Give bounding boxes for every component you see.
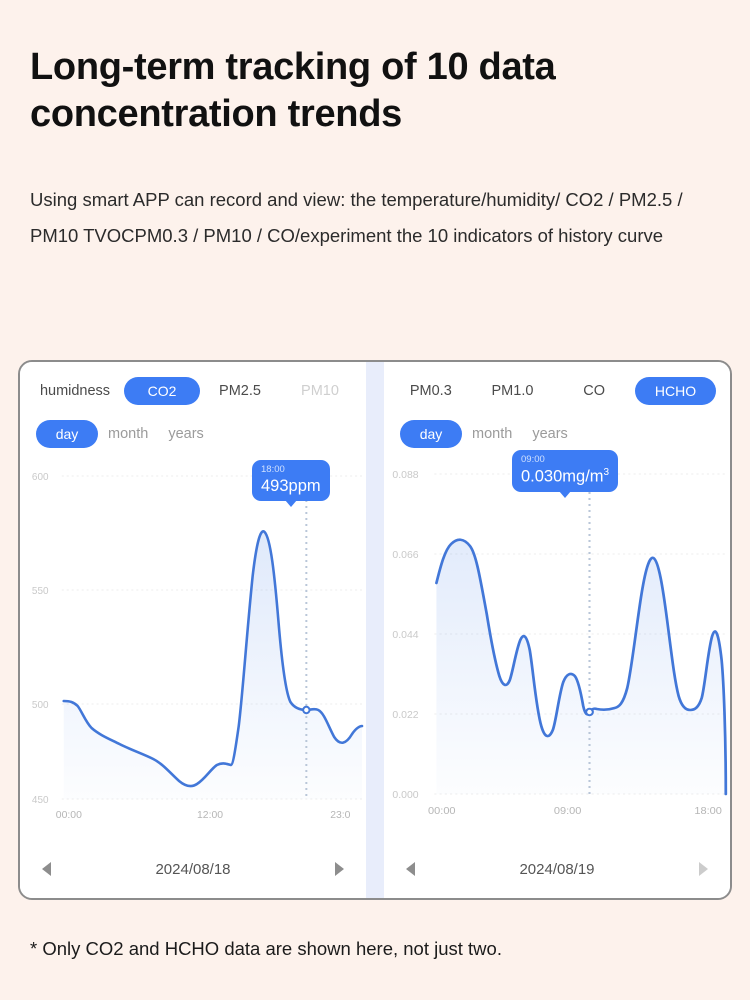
svg-text:0.000: 0.000: [392, 790, 419, 801]
left-metric-tabs: humidness CO2 PM2.5 PM10: [20, 376, 366, 406]
svg-text:550: 550: [32, 586, 49, 597]
tab-co[interactable]: CO: [553, 383, 635, 399]
svg-text:0.066: 0.066: [392, 550, 419, 561]
next-day-icon[interactable]: [334, 862, 344, 876]
svg-text:12:00: 12:00: [197, 810, 223, 821]
tab-hcho[interactable]: HCHO: [634, 377, 716, 405]
co2-tooltip: 18:00 493ppm: [252, 460, 330, 507]
svg-text:450: 450: [32, 795, 49, 806]
panel-divider: [366, 362, 384, 898]
left-current-date: 2024/08/18: [155, 860, 231, 878]
tab-pm10[interactable]: PM10: [280, 383, 360, 399]
left-date-nav: 2024/08/18: [20, 854, 366, 884]
hcho-chart[interactable]: 0.088 0.066 0.044 0.022 0.000 00:00 09:0…: [384, 454, 730, 834]
range-tab-day-right[interactable]: day: [400, 420, 462, 448]
footnote: * Only CO2 and HCHO data are shown here,…: [30, 938, 502, 959]
promo-page: Long-term tracking of 10 data concentrat…: [0, 0, 750, 1000]
page-title: Long-term tracking of 10 data concentrat…: [30, 46, 556, 135]
right-date-nav: 2024/08/19: [384, 854, 730, 884]
hcho-tooltip-value: 0.030mg/m3: [521, 466, 610, 485]
co2-tooltip-time: 18:00: [261, 464, 285, 475]
hcho-unit-superscript: 3: [603, 466, 610, 478]
co2-panel: humidness CO2 PM2.5 PM10 day month years: [20, 362, 366, 898]
svg-text:0.022: 0.022: [392, 710, 419, 721]
range-tab-day[interactable]: day: [36, 420, 98, 448]
next-day-icon-right[interactable]: [698, 862, 708, 876]
svg-text:23:0: 23:0: [330, 810, 350, 821]
range-tab-years-right[interactable]: years: [522, 426, 577, 442]
app-screenshot-container: humidness CO2 PM2.5 PM10 day month years: [18, 360, 732, 900]
hcho-panel: PM0.3 PM1.0 CO HCHO day month years 0.08…: [384, 362, 730, 898]
co2-tooltip-value: 493ppm: [261, 476, 321, 495]
hcho-tooltip: 09:00 0.030mg/m3: [512, 450, 619, 497]
prev-day-icon-right[interactable]: [406, 862, 415, 876]
tab-humidness[interactable]: humidness: [26, 383, 124, 399]
svg-text:600: 600: [32, 472, 49, 483]
svg-text:0.044: 0.044: [392, 630, 419, 641]
hcho-tooltip-time: 09:00: [521, 454, 545, 465]
svg-text:500: 500: [32, 700, 49, 711]
prev-day-icon[interactable]: [42, 862, 51, 876]
tab-pm25[interactable]: PM2.5: [200, 383, 280, 399]
co2-chart[interactable]: 600 550 500 450 00:00 12:00 23:0: [20, 454, 366, 834]
range-tab-month[interactable]: month: [98, 426, 158, 442]
tab-pm03[interactable]: PM0.3: [390, 383, 472, 399]
range-tab-month-right[interactable]: month: [462, 426, 522, 442]
right-metric-tabs: PM0.3 PM1.0 CO HCHO: [384, 376, 730, 406]
svg-text:00:00: 00:00: [428, 805, 456, 817]
tab-co2[interactable]: CO2: [124, 377, 200, 405]
right-range-tabs: day month years: [384, 420, 730, 448]
range-tab-years[interactable]: years: [158, 426, 213, 442]
right-current-date: 2024/08/19: [519, 860, 595, 878]
page-description: Using smart APP can record and view: the…: [30, 189, 683, 246]
left-range-tabs: day month years: [20, 420, 366, 448]
tab-pm10-right[interactable]: PM1.0: [472, 383, 554, 399]
svg-text:0.088: 0.088: [392, 470, 419, 481]
svg-text:18:00: 18:00: [694, 805, 722, 817]
svg-text:00:00: 00:00: [56, 810, 82, 821]
svg-text:09:00: 09:00: [554, 805, 582, 817]
